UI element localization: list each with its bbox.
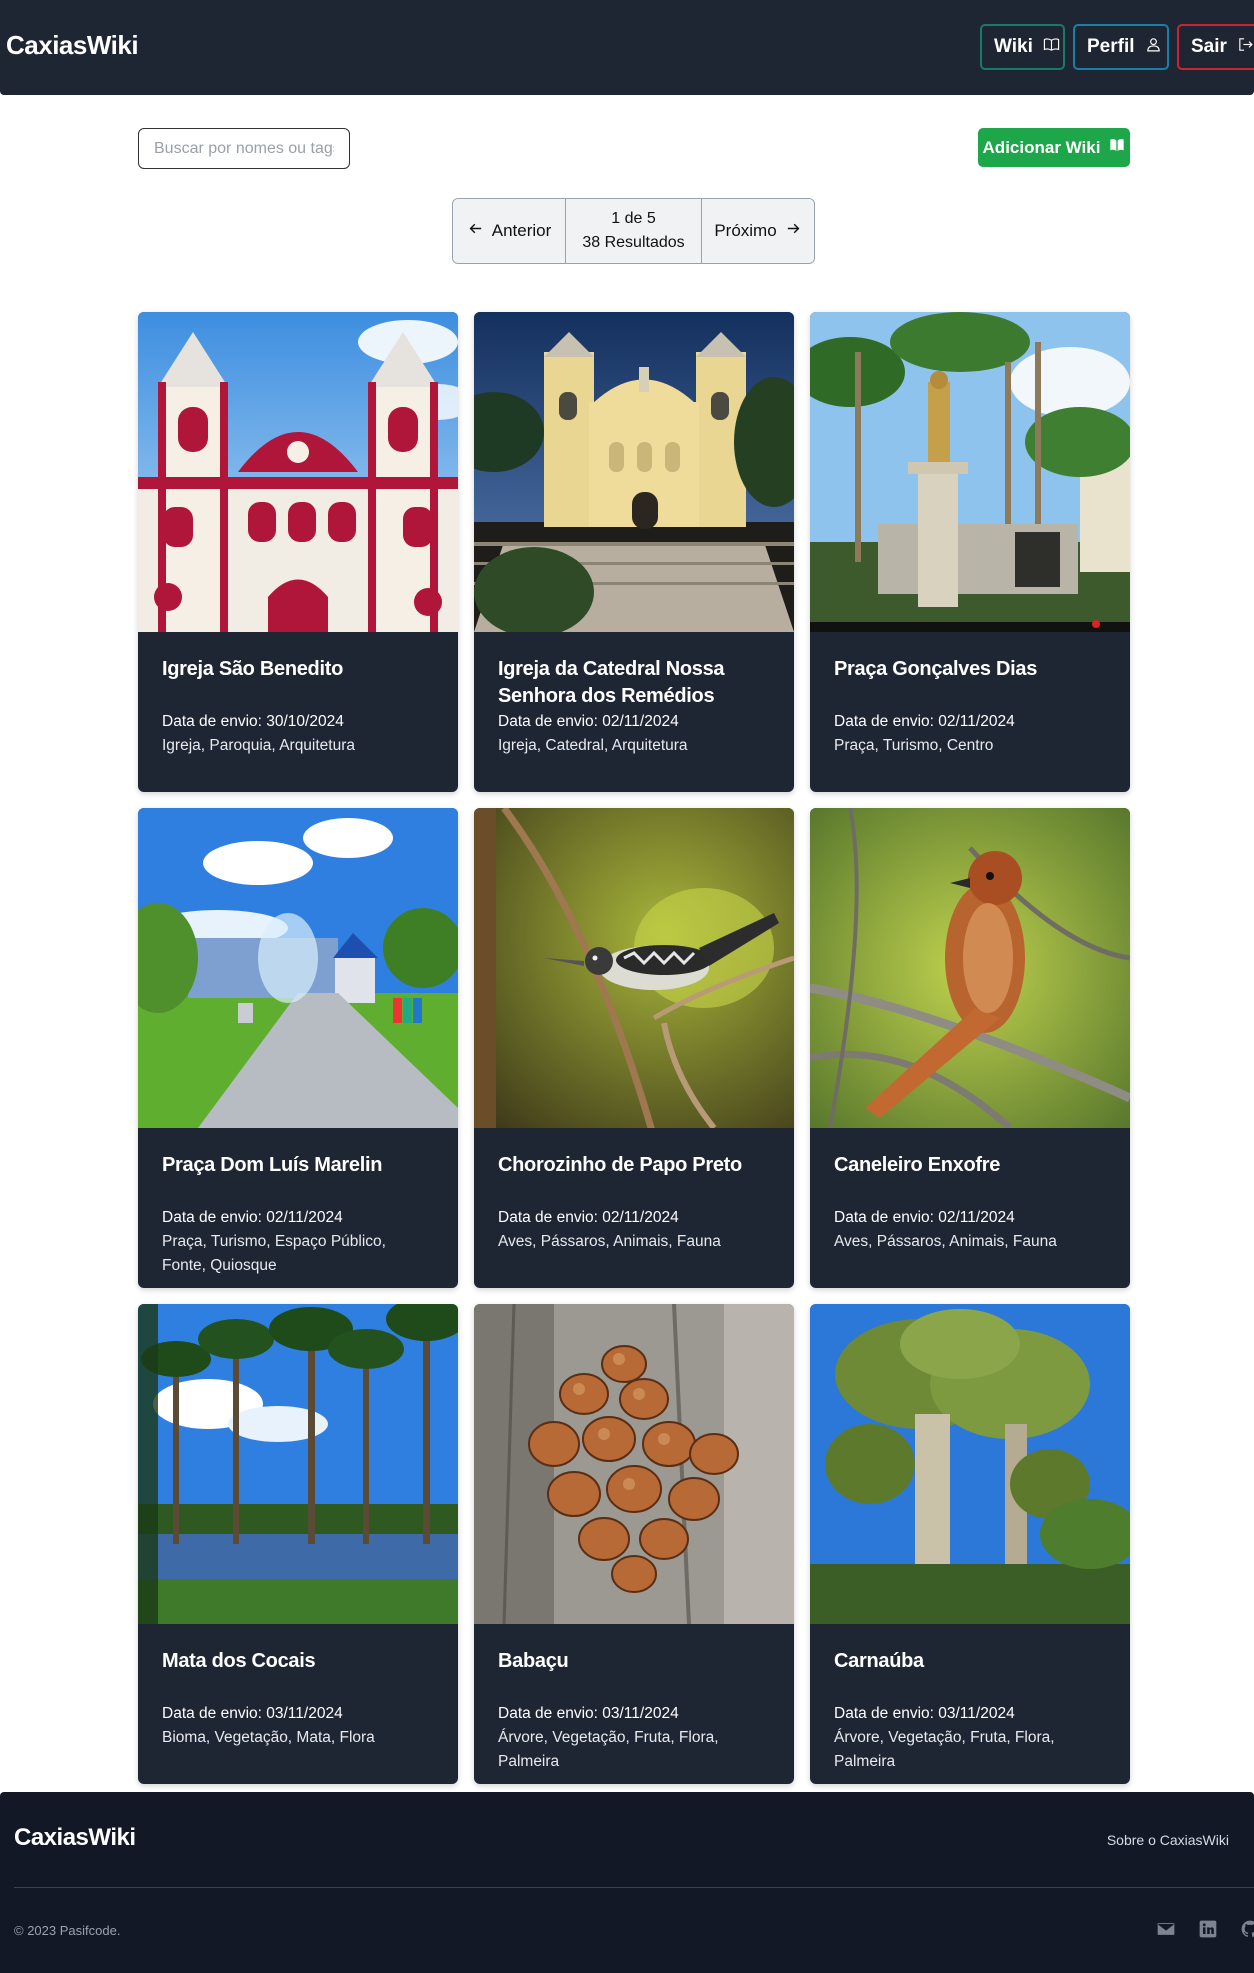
next-page-label: Próximo bbox=[714, 221, 777, 240]
page-indicator: 1 de 5 bbox=[611, 210, 656, 227]
card-date: Data de envio: 30/10/2024 bbox=[162, 713, 344, 730]
results-count: 38 Resultados bbox=[582, 234, 685, 251]
card-date: Data de envio: 02/11/2024 bbox=[162, 1209, 343, 1226]
brand-logo[interactable]: CaxiasWiki bbox=[6, 30, 139, 61]
card-date: Data de envio: 03/11/2024 bbox=[498, 1705, 679, 1722]
card-image-plaza-fountain bbox=[138, 808, 458, 1128]
wiki-card[interactable]: Mata dos Cocais Data de envio: 03/11/202… bbox=[138, 1304, 458, 1784]
card-tags: Praça, Turismo, Espaço Público, Fonte, Q… bbox=[162, 1233, 386, 1274]
prev-page-label: Anterior bbox=[491, 221, 552, 240]
card-image-church-red bbox=[138, 312, 458, 632]
card-title: Igreja da Catedral Nossa Senhora dos Rem… bbox=[498, 658, 725, 707]
wiki-card[interactable]: Igreja da Catedral Nossa Senhora dos Rem… bbox=[474, 312, 794, 792]
card-image-babassu-fruit bbox=[474, 1304, 794, 1624]
nav-perfil-button[interactable]: Perfil bbox=[1073, 24, 1169, 70]
linkedin-icon[interactable] bbox=[1198, 1919, 1218, 1939]
card-title: Igreja São Benedito bbox=[162, 658, 344, 680]
nav-wiki-button[interactable]: Wiki bbox=[980, 24, 1065, 70]
wiki-card[interactable]: Praça Gonçalves Dias Data de envio: 02/1… bbox=[810, 312, 1130, 792]
nav-sair-button[interactable]: Sair bbox=[1177, 24, 1254, 70]
card-image-cathedral bbox=[474, 312, 794, 632]
wiki-card[interactable]: Carnaúba Data de envio: 03/11/2024 Árvor… bbox=[810, 1304, 1130, 1784]
site-footer: CaxiasWiki Sobre o CaxiasWiki © 2023 Pas… bbox=[0, 1792, 1254, 1973]
github-icon[interactable] bbox=[1240, 1919, 1254, 1939]
card-title: Praça Gonçalves Dias bbox=[834, 658, 1038, 680]
card-image-palm-forest bbox=[138, 1304, 458, 1624]
prev-page-button[interactable]: Anterior bbox=[453, 199, 566, 263]
card-tags: Aves, Pássaros, Animais, Fauna bbox=[498, 1233, 721, 1250]
card-tags: Aves, Pássaros, Animais, Fauna bbox=[834, 1233, 1057, 1250]
nav-wiki-label: Wiki bbox=[994, 36, 1033, 57]
footer-brand[interactable]: CaxiasWiki bbox=[14, 1824, 136, 1852]
card-date: Data de envio: 02/11/2024 bbox=[834, 713, 1015, 730]
top-navbar: CaxiasWiki Wiki Perfil Sair bbox=[0, 0, 1254, 95]
card-tags: Igreja, Catedral, Arquitetura bbox=[498, 737, 688, 754]
wiki-card[interactable]: Babaçu Data de envio: 03/11/2024 Árvore,… bbox=[474, 1304, 794, 1784]
card-image-carnauba-palm bbox=[810, 1304, 1130, 1624]
book-icon bbox=[1109, 137, 1125, 158]
card-date: Data de envio: 03/11/2024 bbox=[834, 1705, 1015, 1722]
card-title: Praça Dom Luís Marelin bbox=[162, 1154, 383, 1176]
mail-icon[interactable] bbox=[1156, 1919, 1176, 1939]
card-title: Caneleiro Enxofre bbox=[834, 1154, 1001, 1176]
card-title: Carnaúba bbox=[834, 1650, 924, 1672]
card-title: Chorozinho de Papo Preto bbox=[498, 1154, 742, 1176]
footer-copyright: © 2023 Pasifcode. bbox=[14, 1923, 121, 1938]
wiki-card[interactable]: Chorozinho de Papo Preto Data de envio: … bbox=[474, 808, 794, 1288]
add-wiki-label: Adicionar Wiki bbox=[982, 137, 1101, 157]
page-info: 1 de 5 38 Resultados bbox=[566, 199, 702, 263]
nav-sair-label: Sair bbox=[1191, 36, 1227, 57]
card-tags: Igreja, Paroquia, Arquitetura bbox=[162, 737, 356, 754]
footer-about-link[interactable]: Sobre o CaxiasWiki bbox=[1107, 1832, 1229, 1848]
card-image-bird-orange bbox=[810, 808, 1130, 1128]
book-open-icon bbox=[1043, 36, 1060, 59]
footer-social-links bbox=[1156, 1919, 1254, 1939]
nav-perfil-label: Perfil bbox=[1087, 36, 1135, 57]
footer-divider bbox=[14, 1887, 1254, 1888]
card-title: Mata dos Cocais bbox=[162, 1650, 316, 1672]
card-date: Data de envio: 02/11/2024 bbox=[498, 713, 679, 730]
logout-icon bbox=[1237, 36, 1254, 59]
next-page-button[interactable]: Próximo bbox=[702, 199, 814, 263]
wiki-card[interactable]: Caneleiro Enxofre Data de envio: 02/11/2… bbox=[810, 808, 1130, 1288]
card-date: Data de envio: 02/11/2024 bbox=[498, 1209, 679, 1226]
pagination: Anterior 1 de 5 38 Resultados Próximo bbox=[452, 198, 815, 264]
search-input[interactable] bbox=[138, 128, 350, 169]
card-image-bird-striped bbox=[474, 808, 794, 1128]
card-tags: Árvore, Vegetação, Fruta, Flora, Palmeir… bbox=[498, 1729, 719, 1770]
arrow-left-icon bbox=[467, 220, 484, 242]
card-title: Babaçu bbox=[498, 1650, 569, 1672]
card-tags: Praça, Turismo, Centro bbox=[834, 737, 994, 754]
arrow-right-icon bbox=[785, 220, 802, 242]
card-image-statue-square bbox=[810, 312, 1130, 632]
card-date: Data de envio: 03/11/2024 bbox=[162, 1705, 343, 1722]
user-icon bbox=[1145, 36, 1162, 59]
card-tags: Bioma, Vegetação, Mata, Flora bbox=[162, 1729, 375, 1746]
add-wiki-button[interactable]: Adicionar Wiki bbox=[978, 128, 1130, 167]
wiki-card[interactable]: Igreja São Benedito Data de envio: 30/10… bbox=[138, 312, 458, 792]
wiki-card[interactable]: Praça Dom Luís Marelin Data de envio: 02… bbox=[138, 808, 458, 1288]
card-date: Data de envio: 02/11/2024 bbox=[834, 1209, 1015, 1226]
card-tags: Árvore, Vegetação, Fruta, Flora, Palmeir… bbox=[834, 1729, 1055, 1770]
